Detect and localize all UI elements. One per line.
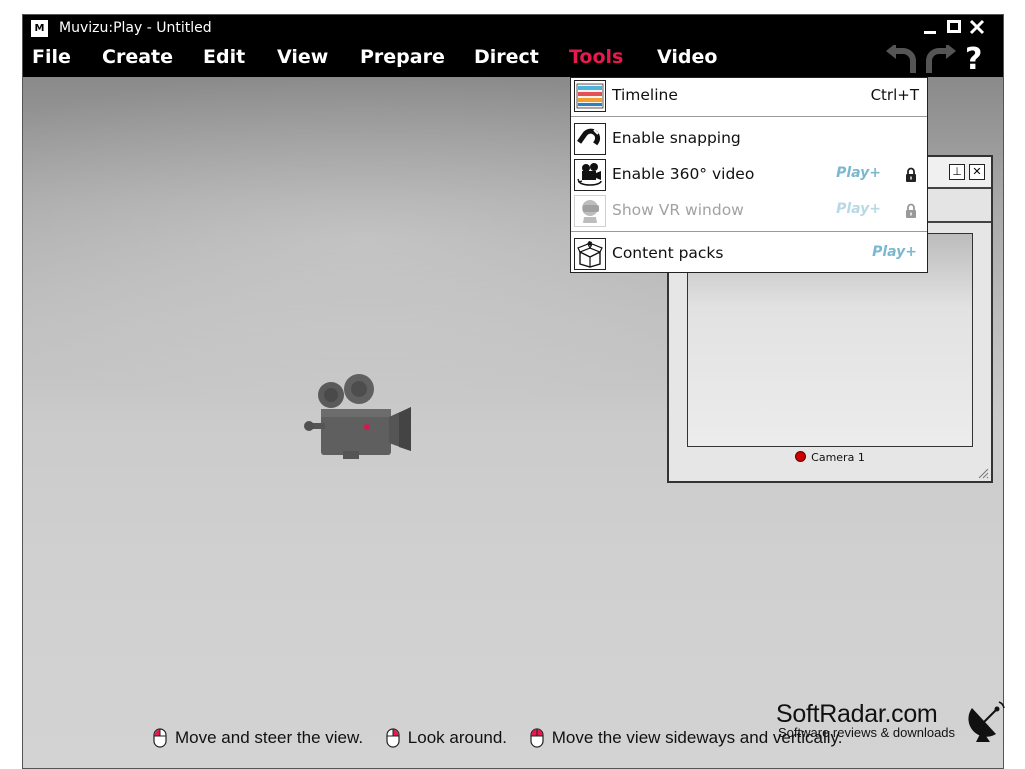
- lock-icon: [906, 167, 916, 182]
- shortcut-label: Ctrl+T: [870, 86, 919, 104]
- hint-left-drag: Move and steer the view.: [153, 728, 363, 748]
- app-logo-icon: M: [31, 20, 48, 37]
- tools-dropdown-menu: Timeline Ctrl+T Enable snapping Enable 3…: [570, 77, 928, 273]
- title-bar: M Muvizu:Play - Untitled: [23, 15, 1003, 43]
- menu-item-label: Enable snapping: [612, 129, 741, 147]
- softradar-watermark: SoftRadar.com Software reviews & downloa…: [776, 700, 1005, 742]
- menu-item-enable-snapping[interactable]: Enable snapping: [571, 121, 927, 157]
- menu-divider: [571, 231, 927, 232]
- window-title: Muvizu:Play - Untitled: [59, 20, 212, 36]
- resize-grip-icon[interactable]: [977, 467, 989, 479]
- vr-headset-icon: [574, 195, 606, 227]
- camera-label: Camera 1: [669, 451, 991, 464]
- menu-item-show-vr-window: Show VR window Play+: [571, 193, 927, 229]
- scene-camera-object[interactable]: [301, 371, 413, 461]
- app-window: M Muvizu:Play - Untitled File Create Edi…: [22, 14, 1004, 769]
- menu-video[interactable]: Video: [657, 46, 717, 68]
- menu-file[interactable]: File: [32, 46, 71, 68]
- close-icon: [969, 19, 985, 35]
- play-plus-badge: Play+: [872, 244, 917, 260]
- satellite-dish-icon: [968, 701, 1005, 742]
- undo-button[interactable]: [885, 43, 919, 79]
- timeline-icon: [574, 80, 606, 112]
- menu-edit[interactable]: Edit: [203, 46, 245, 68]
- hint-text: Move and steer the view.: [175, 728, 364, 747]
- menu-create[interactable]: Create: [102, 46, 173, 68]
- lock-icon: [906, 203, 916, 218]
- record-indicator-icon: [795, 451, 807, 462]
- magnet-icon: [574, 123, 606, 155]
- redo-icon: [926, 43, 956, 73]
- camera-name: Camera 1: [811, 451, 865, 464]
- content-box-icon: [574, 238, 606, 270]
- mouse-both-buttons-icon: [530, 728, 544, 748]
- menu-item-label: Enable 360° video: [612, 165, 755, 183]
- menu-direct[interactable]: Direct: [474, 46, 539, 68]
- menu-item-label: Timeline: [612, 86, 678, 104]
- redo-button[interactable]: [923, 43, 957, 79]
- menu-bar: File Create Edit View Prepare Direct Too…: [23, 43, 1003, 77]
- menu-tools[interactable]: Tools: [569, 46, 623, 68]
- help-button[interactable]: ?: [965, 42, 982, 77]
- watermark-subtitle: Software reviews & downloads: [778, 725, 956, 740]
- maximize-button[interactable]: [947, 17, 961, 43]
- video-camera-360-icon: [574, 159, 606, 191]
- menu-item-label: Content packs: [612, 244, 724, 262]
- menu-item-enable-360-video[interactable]: Enable 360° video Play+: [571, 157, 927, 193]
- pin-button[interactable]: ⊥: [949, 164, 965, 180]
- hint-right-drag: Look around.: [386, 728, 507, 748]
- menu-item-label: Show VR window: [612, 201, 744, 219]
- undo-icon: [886, 43, 916, 73]
- hint-text: Look around.: [407, 728, 508, 747]
- panel-close-button[interactable]: ✕: [969, 164, 985, 180]
- play-plus-badge: Play+: [836, 165, 881, 181]
- maximize-icon: [947, 20, 961, 33]
- play-plus-badge: Play+: [836, 201, 881, 217]
- mouse-left-button-icon: [153, 728, 167, 748]
- close-button[interactable]: [969, 17, 985, 43]
- mouse-right-button-icon: [386, 728, 400, 748]
- menu-prepare[interactable]: Prepare: [360, 46, 445, 68]
- menu-view[interactable]: View: [277, 46, 328, 68]
- menu-divider: [571, 116, 927, 117]
- minimize-icon: [924, 31, 936, 34]
- menu-item-content-packs[interactable]: Content packs Play+: [571, 236, 927, 272]
- navigation-hints: Move and steer the view. Look around. Mo…: [153, 728, 860, 753]
- minimize-button[interactable]: [923, 17, 937, 43]
- menu-item-timeline[interactable]: Timeline Ctrl+T: [571, 78, 927, 114]
